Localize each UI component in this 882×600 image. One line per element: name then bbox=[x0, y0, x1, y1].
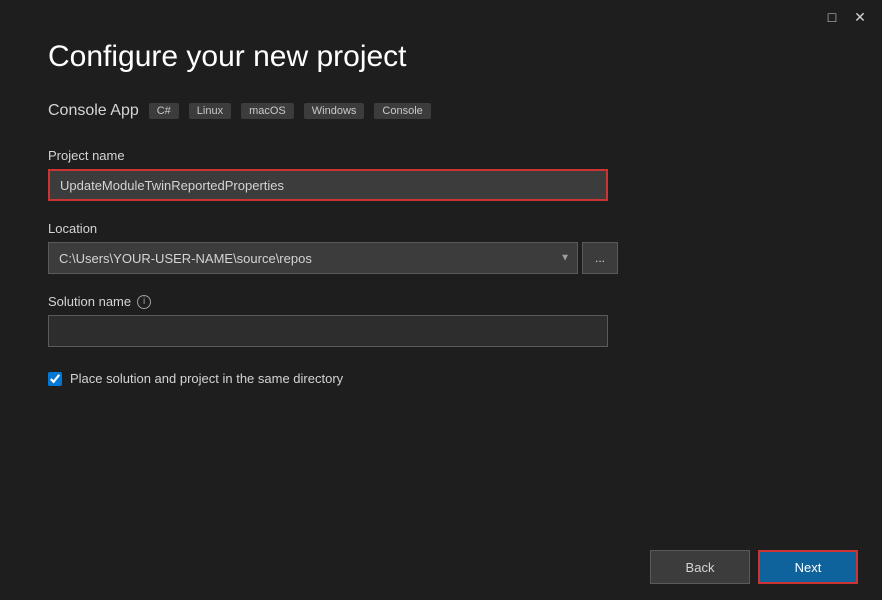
location-select[interactable]: C:\Users\YOUR-USER-NAME\source\repos bbox=[48, 242, 578, 274]
title-bar: □ ✕ bbox=[810, 0, 882, 34]
location-browse-button[interactable]: ... bbox=[582, 242, 618, 274]
app-type-name: Console App bbox=[48, 102, 139, 120]
tag-linux: Linux bbox=[189, 103, 231, 119]
solution-name-group: Solution name i bbox=[48, 294, 834, 347]
project-name-input[interactable] bbox=[48, 169, 608, 201]
location-label: Location bbox=[48, 221, 834, 236]
app-type-row: Console App C# Linux macOS Windows Conso… bbox=[48, 102, 834, 120]
same-directory-row: Place solution and project in the same d… bbox=[48, 371, 834, 386]
tag-windows: Windows bbox=[304, 103, 365, 119]
location-select-wrapper: C:\Users\YOUR-USER-NAME\source\repos ▼ bbox=[48, 242, 578, 274]
tag-macos: macOS bbox=[241, 103, 294, 119]
project-name-group: Project name bbox=[48, 148, 834, 201]
solution-name-label: Solution name i bbox=[48, 294, 834, 309]
next-button[interactable]: Next bbox=[758, 550, 858, 584]
close-button[interactable]: ✕ bbox=[846, 6, 874, 28]
solution-name-info-icon[interactable]: i bbox=[137, 295, 151, 309]
main-container: Configure your new project Console App C… bbox=[0, 0, 882, 600]
minimize-button[interactable]: □ bbox=[818, 6, 846, 28]
location-group: Location C:\Users\YOUR-USER-NAME\source\… bbox=[48, 221, 834, 274]
footer: Back Next bbox=[0, 534, 882, 600]
same-directory-label: Place solution and project in the same d… bbox=[70, 371, 343, 386]
tag-console: Console bbox=[374, 103, 430, 119]
back-button[interactable]: Back bbox=[650, 550, 750, 584]
same-directory-checkbox[interactable] bbox=[48, 372, 62, 386]
page-title: Configure your new project bbox=[48, 40, 834, 74]
solution-name-input[interactable] bbox=[48, 315, 608, 347]
tag-csharp: C# bbox=[149, 103, 179, 119]
project-name-label: Project name bbox=[48, 148, 834, 163]
location-row: C:\Users\YOUR-USER-NAME\source\repos ▼ .… bbox=[48, 242, 834, 274]
